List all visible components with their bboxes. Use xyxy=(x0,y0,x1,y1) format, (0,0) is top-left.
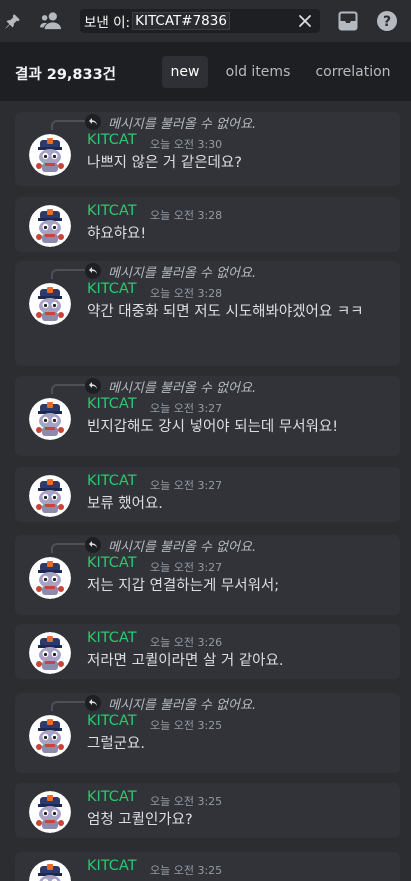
search-filter-value[interactable]: KITCAT#7836 xyxy=(132,12,230,30)
search-results-header: 결과 29,833건 new old items correlation xyxy=(0,42,411,101)
reply-arrow-icon xyxy=(85,263,101,279)
message-timestamp: 오늘 오전 3:28 xyxy=(150,209,223,222)
reply-connector xyxy=(51,384,85,394)
results-count: 결과 29,833건 xyxy=(15,67,117,83)
avatar[interactable] xyxy=(29,475,71,517)
message-timestamp: 오늘 오전 3:27 xyxy=(150,479,223,492)
message-timestamp: 오늘 오전 3:25 xyxy=(150,795,223,808)
message-timestamp: 오늘 오전 3:25 xyxy=(150,864,223,877)
message-content: 그럴군요. xyxy=(87,736,145,752)
reply-connector xyxy=(51,543,85,553)
message-content: 저라면 고퀼이라면 살 거 같아요. xyxy=(87,653,284,669)
message-author[interactable]: KITCAT xyxy=(87,396,137,412)
message-content: 빈지갑해도 강시 넣어야 되는데 무서워요! xyxy=(87,419,339,435)
avatar[interactable] xyxy=(29,860,71,881)
message-author[interactable]: KITCAT xyxy=(87,203,137,219)
reply-arrow-icon xyxy=(85,537,101,553)
message-content: 보류 했어요. xyxy=(87,496,163,512)
message-author[interactable]: KITCAT xyxy=(87,132,137,148)
search-result-message[interactable]: KITCAT 오늘 오전 3:28 햐요햐요! xyxy=(15,197,400,252)
tab-old-items[interactable]: old items xyxy=(220,56,296,88)
message-author[interactable]: KITCAT xyxy=(87,281,137,297)
reply-arrow-icon xyxy=(85,695,101,711)
reply-connector xyxy=(51,120,85,130)
members-icon[interactable] xyxy=(40,10,62,32)
avatar[interactable] xyxy=(29,205,71,247)
help-icon[interactable]: ? xyxy=(376,10,398,32)
message-timestamp: 오늘 오전 3:28 xyxy=(150,287,223,300)
tab-new[interactable]: new xyxy=(162,56,208,88)
reply-connector xyxy=(51,701,85,711)
reply-unavailable-text: 메시지를 불러올 수 없어요. xyxy=(108,381,257,396)
message-author[interactable]: KITCAT xyxy=(87,630,137,646)
avatar[interactable] xyxy=(29,134,71,176)
avatar[interactable] xyxy=(29,398,71,440)
message-timestamp: 오늘 오전 3:26 xyxy=(150,636,223,649)
reply-unavailable-text: 메시지를 불러올 수 없어요. xyxy=(108,698,257,713)
inbox-icon[interactable] xyxy=(337,10,359,32)
message-content: 햐요햐요! xyxy=(87,226,147,242)
search-result-message[interactable]: 메시지를 불러올 수 없어요. KITCAT 오늘 오전 3:27 저는 지갑 연결… xyxy=(15,535,400,615)
svg-text:?: ? xyxy=(383,14,391,30)
reply-unavailable-text: 메시지를 불러올 수 없어요. xyxy=(108,540,257,555)
avatar[interactable] xyxy=(29,557,71,599)
message-author[interactable]: KITCAT xyxy=(87,555,137,571)
reply-arrow-icon xyxy=(85,378,101,394)
search-input[interactable]: 보낸 이: KITCAT#7836 xyxy=(80,9,320,33)
message-timestamp: 오늘 오전 3:30 xyxy=(150,138,223,151)
reply-unavailable-text: 메시지를 불러올 수 없어요. xyxy=(108,266,257,281)
reply-arrow-icon xyxy=(85,114,101,130)
reply-unavailable-text: 메시지를 불러올 수 없어요. xyxy=(108,117,257,132)
message-timestamp: 오늘 오전 3:25 xyxy=(150,719,223,732)
avatar[interactable] xyxy=(29,632,71,674)
reply-connector xyxy=(51,269,85,279)
message-author[interactable]: KITCAT xyxy=(87,713,137,729)
message-content: 저는 지갑 연결하는게 무서워서; xyxy=(87,578,280,594)
message-author[interactable]: KITCAT xyxy=(87,789,137,805)
pin-icon[interactable] xyxy=(2,10,24,32)
avatar[interactable] xyxy=(29,715,71,757)
search-result-message[interactable]: KITCAT 오늘 오전 3:25 엄청 고퀼인가요? xyxy=(15,783,400,838)
message-author[interactable]: KITCAT xyxy=(87,473,137,489)
message-content: 엄청 고퀼인가요? xyxy=(87,812,193,828)
message-timestamp: 오늘 오전 3:27 xyxy=(150,561,223,574)
search-result-message[interactable]: KITCAT 오늘 오전 3:26 저라면 고퀼이라면 살 거 같아요. xyxy=(15,624,400,679)
search-result-message[interactable]: 메시지를 불러올 수 없어요. KITCAT 오늘 오전 3:30 나쁘지 않은 거… xyxy=(15,112,400,186)
tab-correlation[interactable]: correlation xyxy=(310,56,396,88)
message-timestamp: 오늘 오전 3:27 xyxy=(150,402,223,415)
message-content: 약간 대중화 되면 저도 시도해봐야겠어요 ㅋㅋ xyxy=(87,304,364,320)
search-result-message[interactable]: KITCAT 오늘 오전 3:27 보류 했어요. xyxy=(15,467,400,522)
clear-search-icon[interactable] xyxy=(296,12,314,30)
avatar[interactable] xyxy=(29,791,71,833)
avatar[interactable] xyxy=(29,283,71,325)
top-bar: 보낸 이: KITCAT#7836 ? xyxy=(0,0,411,42)
search-result-message[interactable]: 메시지를 불러올 수 없어요. KITCAT 오늘 오전 3:28 약간 대중화 되… xyxy=(15,261,400,366)
search-result-message[interactable]: 메시지를 불러올 수 없어요. KITCAT 오늘 오전 3:27 빈지갑해도 강시… xyxy=(15,376,400,456)
search-result-message[interactable]: KITCAT 오늘 오전 3:25 xyxy=(15,852,400,881)
message-author[interactable]: KITCAT xyxy=(87,858,137,874)
message-content: 나쁘지 않은 거 같은데요? xyxy=(87,155,242,171)
search-filter-label: 보낸 이: xyxy=(84,15,131,31)
search-result-message[interactable]: 메시지를 불러올 수 없어요. KITCAT 오늘 오전 3:25 그럴군요. xyxy=(15,693,400,773)
